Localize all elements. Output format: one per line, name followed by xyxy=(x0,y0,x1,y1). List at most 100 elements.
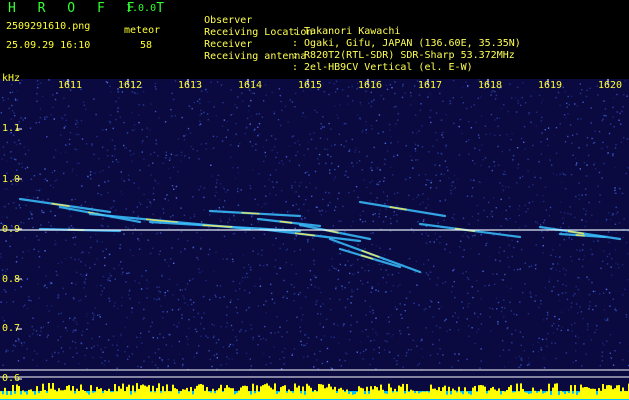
level-bar-segment xyxy=(126,386,128,399)
noise-dot xyxy=(249,123,251,125)
noise-dot xyxy=(223,296,225,298)
noise-dot xyxy=(465,271,467,273)
noise-dot xyxy=(158,253,161,255)
noise-dot xyxy=(451,217,454,219)
level-bar-segment xyxy=(160,392,162,399)
noise-dot xyxy=(239,282,241,285)
noise-dot xyxy=(66,161,68,163)
noise-dot xyxy=(315,187,317,189)
noise-dot xyxy=(416,284,418,286)
noise-dot xyxy=(205,279,207,282)
noise-dot xyxy=(362,129,364,132)
noise-dot xyxy=(425,327,427,329)
noise-dot xyxy=(614,187,616,189)
noise-dot xyxy=(385,208,387,210)
noise-dot xyxy=(330,309,332,311)
noise-dot xyxy=(414,85,416,87)
noise-dot xyxy=(234,177,237,180)
noise-dot xyxy=(123,180,125,182)
noise-dot xyxy=(134,280,136,282)
level-bar-segment xyxy=(122,383,124,399)
level-bar-segment xyxy=(98,389,100,399)
noise-dot xyxy=(259,285,262,287)
level-bar-segment xyxy=(464,387,466,399)
noise-dot xyxy=(339,252,341,255)
noise-dot xyxy=(514,221,517,223)
level-bar-segment xyxy=(356,392,358,399)
noise-dot xyxy=(474,234,476,237)
noise-dot xyxy=(525,211,527,213)
noise-dot xyxy=(325,191,327,194)
noise-dot xyxy=(349,330,352,333)
noise-dot xyxy=(360,104,362,106)
noise-dot xyxy=(41,95,44,98)
noise-dot xyxy=(542,245,544,247)
noise-dot xyxy=(409,291,411,293)
noise-dot xyxy=(44,118,46,120)
noise-dot xyxy=(187,338,189,340)
noise-dot xyxy=(559,104,561,107)
level-bar-segment xyxy=(52,383,54,399)
noise-dot xyxy=(482,270,484,272)
noise-dot xyxy=(46,136,48,138)
noise-dot xyxy=(297,293,300,296)
noise-dot xyxy=(555,357,557,360)
noise-dot xyxy=(372,328,374,330)
noise-dot xyxy=(511,255,513,258)
noise-dot xyxy=(174,154,176,157)
noise-dot xyxy=(219,208,221,210)
noise-dot xyxy=(625,314,628,316)
noise-dot xyxy=(517,99,519,102)
noise-dot xyxy=(92,356,94,359)
noise-dot xyxy=(136,92,139,95)
noise-dot xyxy=(73,232,75,235)
noise-dot xyxy=(64,125,67,127)
noise-dot xyxy=(614,307,616,310)
noise-dot xyxy=(171,185,174,187)
noise-dot xyxy=(39,108,42,110)
noise-dot xyxy=(339,298,341,301)
noise-dot xyxy=(115,159,118,161)
noise-dot xyxy=(354,149,357,151)
noise-dot xyxy=(164,294,166,297)
noise-dot xyxy=(429,306,431,308)
noise-dot xyxy=(508,197,510,199)
noise-dot xyxy=(97,192,99,195)
noise-dot xyxy=(369,181,371,184)
noise-dot xyxy=(19,143,21,145)
noise-dot xyxy=(263,233,266,235)
level-bar-segment xyxy=(218,388,220,399)
noise-dot xyxy=(298,208,300,211)
noise-dot xyxy=(199,323,202,325)
level-bar-segment xyxy=(188,391,190,399)
noise-dot xyxy=(520,364,522,366)
noise-dot xyxy=(518,227,521,229)
noise-dot xyxy=(318,162,320,165)
frequency-unit-label: kHz xyxy=(2,73,21,84)
noise-dot xyxy=(98,335,101,338)
x-tick-label: 1611 xyxy=(58,80,83,91)
noise-dot xyxy=(250,99,252,102)
noise-dot xyxy=(188,157,190,159)
noise-dot xyxy=(569,206,571,208)
noise-dot xyxy=(350,302,352,304)
noise-dot xyxy=(503,170,506,173)
noise-dot xyxy=(56,92,58,94)
noise-dot xyxy=(129,150,131,152)
noise-dot xyxy=(213,106,215,108)
noise-dot xyxy=(396,192,399,194)
noise-dot xyxy=(365,132,367,134)
noise-dot xyxy=(168,278,171,281)
noise-dot xyxy=(501,306,503,309)
noise-dot xyxy=(337,117,339,119)
level-bar-segment xyxy=(132,385,134,399)
level-bar-segment xyxy=(264,384,266,399)
noise-dot xyxy=(89,267,91,269)
noise-dot xyxy=(52,94,54,96)
noise-dot xyxy=(281,336,283,338)
noise-dot xyxy=(21,257,24,259)
noise-dot xyxy=(244,276,246,278)
noise-dot xyxy=(250,328,253,330)
noise-dot xyxy=(405,178,407,181)
noise-dot xyxy=(235,306,237,309)
